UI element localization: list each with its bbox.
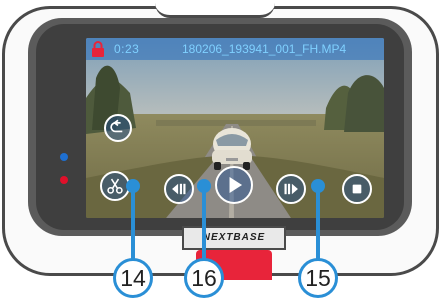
blue-led xyxy=(60,153,68,161)
callout-line-15 xyxy=(316,186,320,259)
callout-number: 14 xyxy=(120,265,146,291)
device-top-notch xyxy=(155,3,275,18)
callout-line-14 xyxy=(131,186,135,259)
step-back-button[interactable] xyxy=(164,174,194,204)
back-arrow-icon xyxy=(110,119,123,133)
file-name: 180206_193941_001_FH.MP4 xyxy=(182,42,347,56)
callout-15: 15 xyxy=(298,258,338,298)
step-forward-button[interactable] xyxy=(276,174,306,204)
brand-plate: NEXTBASE xyxy=(182,226,286,250)
step-back-icon xyxy=(172,183,186,195)
stop-button[interactable] xyxy=(342,174,372,204)
playback-time: 0:23 xyxy=(114,42,140,56)
play-button[interactable] xyxy=(215,166,253,204)
brand-logo: NEXTBASE xyxy=(202,232,266,243)
car-image xyxy=(212,128,252,170)
stop-icon xyxy=(352,184,362,194)
playback-status-bar: 0:23 180206_193941_001_FH.MP4 xyxy=(86,38,384,60)
back-button[interactable] xyxy=(104,114,132,142)
lock-icon xyxy=(92,41,104,57)
callout-number: 15 xyxy=(305,265,331,291)
step-forward-icon xyxy=(284,183,298,195)
callout-number: 16 xyxy=(191,265,217,291)
red-led xyxy=(60,176,68,184)
callout-16: 16 xyxy=(184,258,224,298)
play-icon xyxy=(229,176,243,194)
callout-14: 14 xyxy=(113,258,153,298)
scissors-icon xyxy=(107,178,123,194)
callout-line-16 xyxy=(202,186,206,259)
